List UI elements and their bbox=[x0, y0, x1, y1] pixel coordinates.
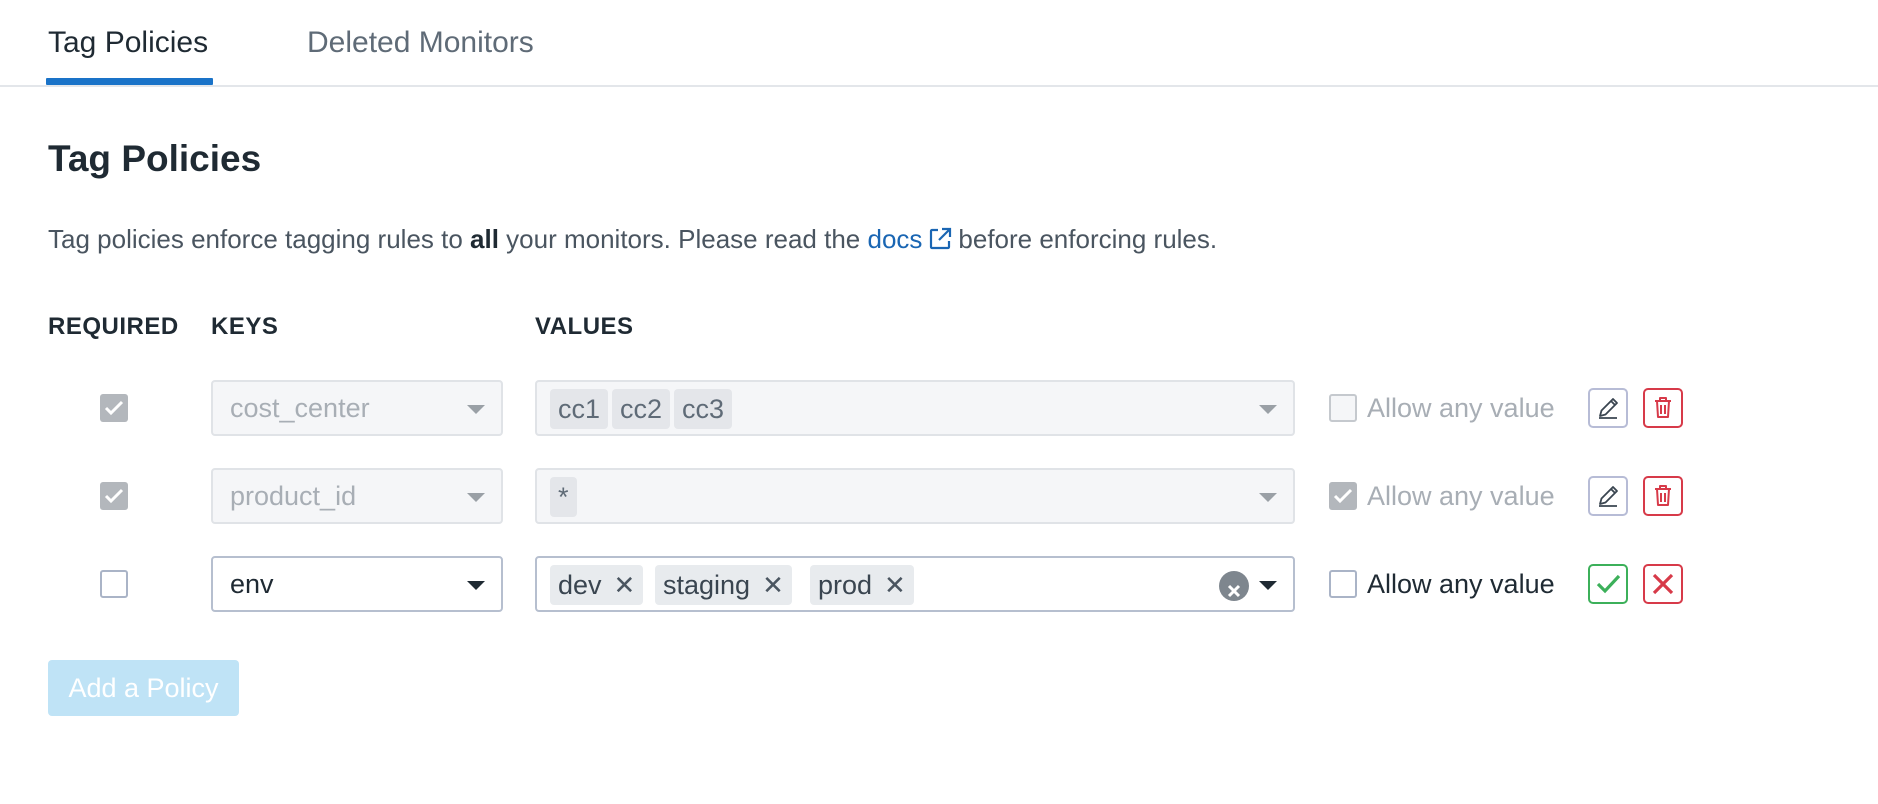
confirm-button[interactable] bbox=[1588, 564, 1628, 604]
allow-any-label[interactable]: Allow any value bbox=[1367, 556, 1555, 612]
required-checkbox bbox=[100, 482, 128, 510]
column-header-keys: KEYS bbox=[211, 313, 279, 340]
chevron-down-icon bbox=[467, 493, 485, 502]
tab-tag-policies[interactable]: Tag Policies bbox=[48, 0, 208, 86]
active-tab-indicator bbox=[46, 78, 213, 85]
external-link-icon bbox=[928, 227, 952, 258]
chevron-down-icon bbox=[467, 581, 485, 590]
column-header-required: REQUIRED bbox=[48, 313, 179, 340]
allow-any-label: Allow any value bbox=[1367, 393, 1555, 423]
intro-text: Tag policies enforce tagging rules to al… bbox=[48, 224, 1217, 258]
intro-text-end: before enforcing rules. bbox=[958, 224, 1218, 254]
close-icon[interactable]: ✕ bbox=[762, 565, 784, 605]
value-chip: cc3 bbox=[674, 389, 733, 429]
checkmark-icon bbox=[104, 488, 124, 504]
delete-button[interactable] bbox=[1643, 476, 1683, 516]
chevron-down-icon bbox=[1259, 405, 1277, 414]
allow-any-label: Allow any value bbox=[1367, 481, 1555, 511]
trash-icon bbox=[1655, 397, 1671, 418]
value-chip-label: dev bbox=[558, 570, 602, 600]
value-chip: * bbox=[550, 477, 577, 517]
tab-deleted-monitors[interactable]: Deleted Monitors bbox=[307, 0, 534, 86]
cancel-button[interactable] bbox=[1643, 564, 1683, 604]
key-select-value: cost_center bbox=[230, 393, 370, 423]
checkmark-icon bbox=[104, 400, 124, 416]
clear-circle-icon[interactable] bbox=[1219, 571, 1249, 601]
policy-row: env dev ✕ staging ✕ prod ✕ Allow any value bbox=[0, 556, 1878, 612]
key-select-value: env bbox=[230, 569, 274, 599]
pencil-icon bbox=[1599, 486, 1618, 507]
required-checkbox[interactable] bbox=[100, 570, 128, 598]
checkmark-icon bbox=[1333, 488, 1353, 504]
policy-row: cost_center cc1 cc2 cc3 Allow any value bbox=[0, 380, 1878, 436]
close-icon bbox=[1652, 573, 1674, 595]
values-select[interactable]: dev ✕ staging ✕ prod ✕ bbox=[535, 556, 1295, 612]
docs-link-label: docs bbox=[867, 224, 923, 254]
allow-any-checkbox bbox=[1329, 482, 1357, 510]
value-chip: prod ✕ bbox=[810, 565, 914, 605]
value-chip: cc1 bbox=[550, 389, 609, 429]
column-header-values: VALUES bbox=[535, 313, 634, 340]
close-icon[interactable]: ✕ bbox=[884, 565, 906, 605]
key-select: product_id bbox=[211, 468, 503, 524]
allow-any-checkbox bbox=[1329, 394, 1357, 422]
add-policy-button[interactable]: Add a Policy bbox=[48, 660, 239, 716]
policy-row: product_id * Allow any value bbox=[0, 468, 1878, 524]
key-select-value: product_id bbox=[230, 481, 357, 511]
values-select: * bbox=[535, 468, 1295, 524]
delete-button[interactable] bbox=[1643, 388, 1683, 428]
pencil-icon bbox=[1599, 398, 1618, 419]
value-chip-label: prod bbox=[818, 570, 873, 600]
chevron-down-icon bbox=[467, 405, 485, 414]
required-checkbox bbox=[100, 394, 128, 422]
value-chip: staging ✕ bbox=[655, 565, 792, 605]
chevron-down-icon bbox=[1259, 493, 1277, 502]
values-select: cc1 cc2 cc3 bbox=[535, 380, 1295, 436]
trash-icon bbox=[1655, 485, 1671, 506]
key-select: cost_center bbox=[211, 380, 503, 436]
allow-any-checkbox[interactable] bbox=[1329, 570, 1357, 598]
checkmark-icon bbox=[1596, 574, 1621, 594]
tab-bar: Tag Policies Deleted Monitors bbox=[0, 0, 1878, 87]
value-chip: cc2 bbox=[612, 389, 671, 429]
key-select[interactable]: env bbox=[211, 556, 503, 612]
intro-text-start: Tag policies enforce tagging rules to bbox=[48, 224, 471, 254]
intro-text-bold: all bbox=[470, 224, 499, 254]
docs-link[interactable]: docs bbox=[867, 224, 958, 254]
close-icon[interactable]: ✕ bbox=[614, 565, 636, 605]
value-chip: dev ✕ bbox=[550, 565, 644, 605]
page-title: Tag Policies bbox=[48, 138, 262, 179]
chevron-down-icon[interactable] bbox=[1259, 581, 1277, 590]
edit-button[interactable] bbox=[1588, 388, 1628, 428]
value-chip-label: staging bbox=[663, 570, 751, 600]
edit-button[interactable] bbox=[1588, 476, 1628, 516]
intro-text-middle: your monitors. Please read the bbox=[498, 224, 868, 254]
